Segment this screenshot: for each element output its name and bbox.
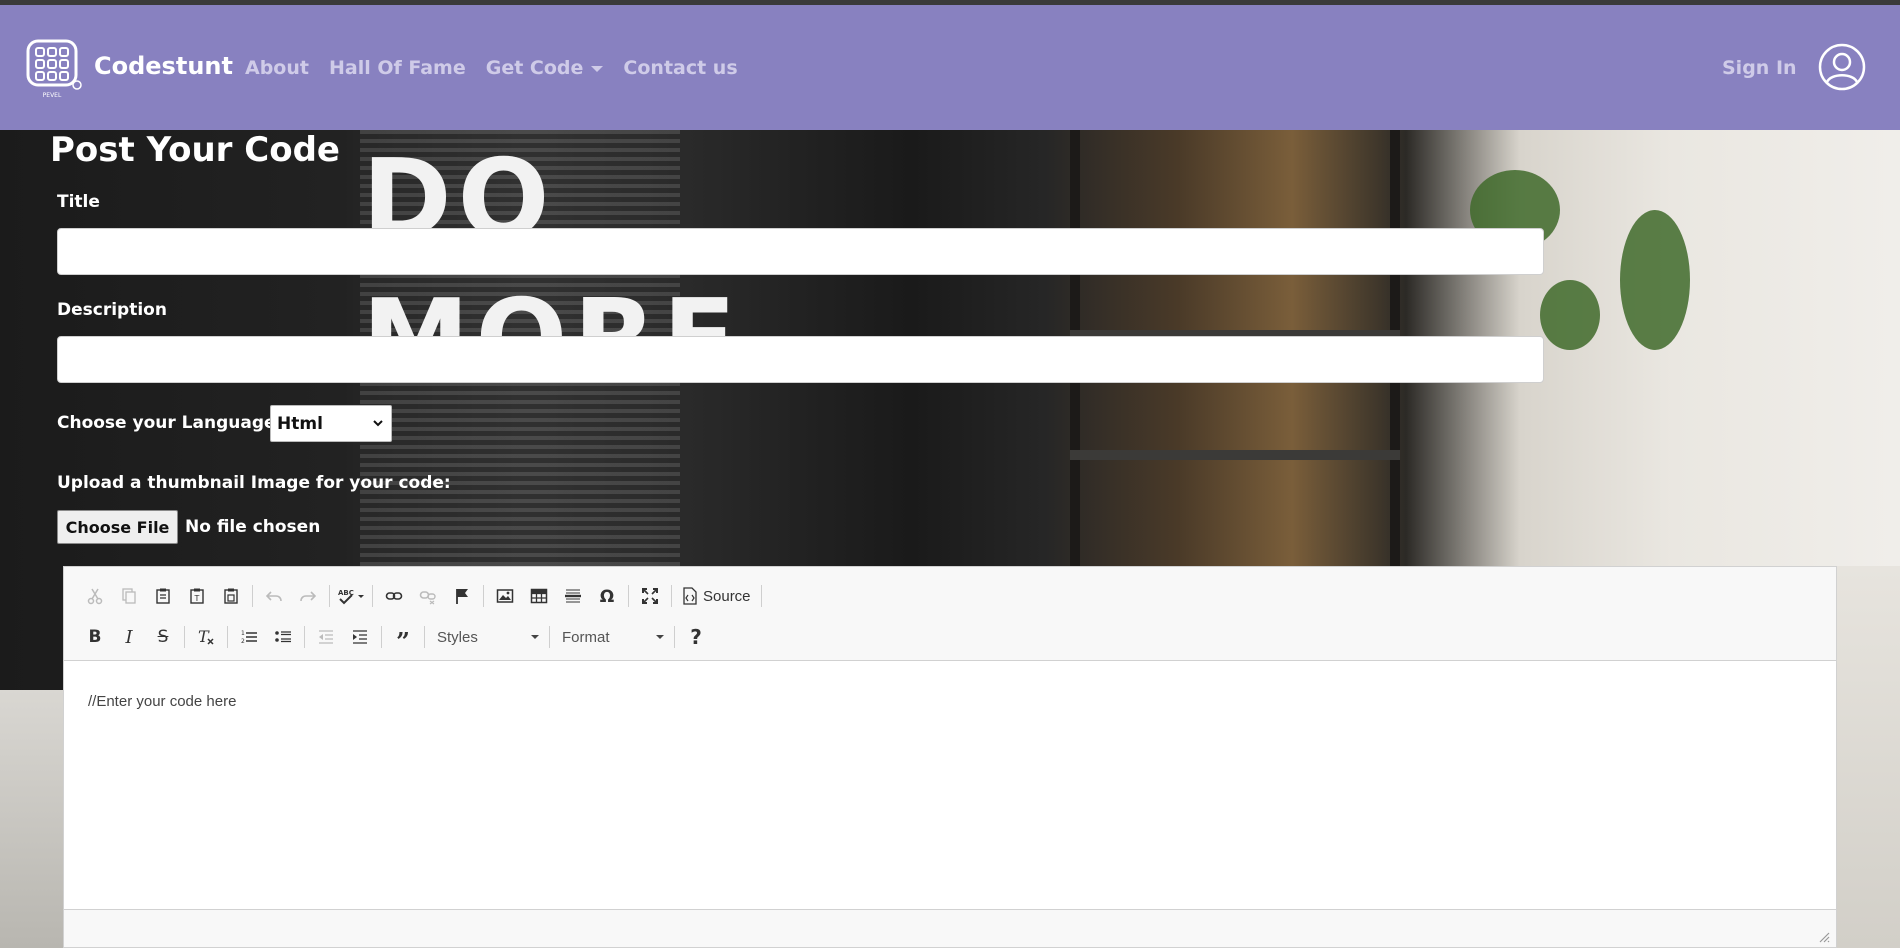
- remove-format-icon[interactable]: T: [189, 623, 223, 651]
- toolbar-separator: [628, 585, 629, 607]
- page-title: Post Your Code: [50, 130, 340, 170]
- user-account-icon[interactable]: [1818, 43, 1866, 91]
- language-select[interactable]: Html: [270, 405, 392, 442]
- toolbar-row-2: B I S T 12 ” Styles Format ?: [78, 622, 713, 654]
- paste-icon[interactable]: [146, 582, 180, 610]
- unlink-icon[interactable]: [411, 582, 445, 610]
- help-icon[interactable]: ?: [679, 623, 713, 651]
- background-strip: [1837, 566, 1900, 948]
- indent-icon[interactable]: [343, 623, 377, 651]
- link-icon[interactable]: [377, 582, 411, 610]
- paste-text-icon[interactable]: T: [180, 582, 214, 610]
- toolbar-separator: [671, 585, 672, 607]
- outdent-icon[interactable]: [309, 623, 343, 651]
- toolbar-separator: [674, 626, 675, 648]
- format-dropdown-label: Format: [562, 628, 610, 646]
- blockquote-icon[interactable]: ”: [386, 623, 420, 654]
- toolbar-separator: [424, 626, 425, 648]
- special-char-icon[interactable]: Ω: [590, 582, 624, 610]
- sign-in-link[interactable]: Sign In: [1722, 57, 1797, 79]
- toolbar-separator: [227, 626, 228, 648]
- numbered-list-icon[interactable]: 12: [232, 623, 266, 651]
- editor-toolbar: T ABC Ω Source B I S T 1 2 ” Styles Form…: [64, 567, 1836, 661]
- resize-grip-icon[interactable]: [1818, 931, 1830, 943]
- toolbar-separator: [252, 585, 253, 607]
- language-selected-value: Html: [277, 413, 323, 434]
- toolbar-separator: [549, 626, 550, 648]
- nav-link-contact-us[interactable]: Contact us: [623, 57, 737, 79]
- toolbar-separator: [184, 626, 185, 648]
- redo-icon[interactable]: [291, 582, 325, 610]
- editor-content-area[interactable]: //Enter your code here: [64, 661, 1836, 911]
- source-icon: [683, 587, 697, 605]
- italic-icon[interactable]: I: [112, 623, 146, 651]
- styles-dropdown-label: Styles: [437, 628, 478, 646]
- brand-name[interactable]: Codestunt: [94, 52, 233, 80]
- bulleted-list-icon[interactable]: [266, 623, 300, 651]
- maximize-icon[interactable]: [633, 582, 667, 610]
- svg-text:1: 1: [241, 630, 245, 637]
- navbar: PEVEL Codestunt About Hall Of Fame Get C…: [0, 5, 1900, 130]
- nav-link-about[interactable]: About: [245, 57, 309, 79]
- plant-decoration: [1620, 210, 1690, 350]
- title-input[interactable]: [57, 228, 1544, 275]
- upload-label: Upload a thumbnail Image for your code:: [57, 473, 451, 493]
- shelf-board: [1070, 450, 1400, 460]
- help-label: ?: [690, 625, 702, 649]
- nav-dropdown-get-code[interactable]: Get Code: [486, 57, 604, 79]
- styles-dropdown[interactable]: Styles: [429, 624, 545, 650]
- toolbar-separator: [304, 626, 305, 648]
- chevron-down-icon: [591, 66, 604, 72]
- copy-icon[interactable]: [112, 582, 146, 610]
- code-editor: T ABC Ω Source B I S T 1 2 ” Styles Form…: [63, 566, 1837, 948]
- editor-bottom-bar: [64, 909, 1836, 947]
- table-icon[interactable]: [522, 582, 556, 610]
- svg-text:2: 2: [241, 638, 245, 645]
- chevron-down-icon: [531, 635, 539, 639]
- bold-icon[interactable]: B: [78, 623, 112, 651]
- toolbar-separator: [329, 585, 330, 607]
- undo-icon[interactable]: [257, 582, 291, 610]
- svg-text:Ω: Ω: [600, 587, 614, 605]
- spellcheck-icon[interactable]: ABC: [334, 582, 368, 610]
- plant-decoration: [1540, 280, 1600, 350]
- logo-text: PEVEL: [43, 92, 62, 99]
- svg-text:T: T: [194, 594, 200, 603]
- paste-word-icon[interactable]: [214, 582, 248, 610]
- toolbar-separator: [483, 585, 484, 607]
- cut-icon[interactable]: [78, 582, 112, 610]
- language-label: Choose your Language:: [57, 413, 283, 433]
- toolbar-separator: [381, 626, 382, 648]
- toolbar-separator: [372, 585, 373, 607]
- brand-logo-icon[interactable]: PEVEL: [26, 39, 84, 99]
- toolbar-row-1: T ABC Ω Source: [78, 581, 766, 611]
- anchor-flag-icon[interactable]: [445, 582, 479, 610]
- nav-link-hall-of-fame[interactable]: Hall Of Fame: [329, 57, 466, 79]
- file-status-text: No file chosen: [185, 517, 321, 537]
- format-dropdown[interactable]: Format: [554, 624, 670, 650]
- title-label: Title: [57, 192, 100, 212]
- source-button-label: Source: [703, 587, 751, 605]
- source-button[interactable]: Source: [676, 582, 757, 610]
- nav-links: About Hall Of Fame Get Code Contact us: [245, 57, 758, 79]
- horizontal-line-icon[interactable]: [556, 582, 590, 610]
- description-input[interactable]: [57, 336, 1544, 383]
- chevron-down-icon: [373, 420, 383, 427]
- image-icon[interactable]: [488, 582, 522, 610]
- editor-placeholder-text: //Enter your code here: [88, 693, 237, 710]
- nav-dropdown-get-code-label: Get Code: [485, 57, 584, 79]
- strikethrough-icon[interactable]: S: [146, 623, 180, 651]
- choose-file-button[interactable]: Choose File: [57, 510, 178, 544]
- toolbar-separator: [760, 585, 762, 607]
- chevron-down-icon: [656, 635, 664, 639]
- description-label: Description: [57, 300, 167, 320]
